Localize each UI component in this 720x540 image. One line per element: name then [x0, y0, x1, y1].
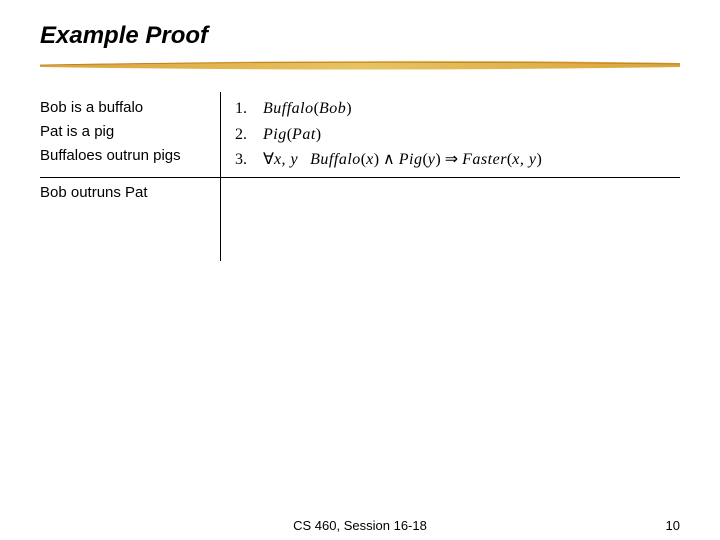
- argument: x: [366, 151, 374, 168]
- argument: Pat: [292, 126, 316, 143]
- proof-table: Bob is a buffalo Pat is a pig Buffaloes …: [40, 92, 680, 261]
- conclusion-formal: [220, 178, 680, 261]
- footer-center: CS 460, Session 16-18: [0, 518, 720, 533]
- rule-icon: [40, 58, 680, 72]
- decorative-rule: [40, 58, 680, 70]
- predicate: Pig: [263, 126, 287, 143]
- predicate: Buffalo: [263, 100, 314, 117]
- variables: x, y: [274, 151, 298, 168]
- conclusion-text: Bob outruns Pat: [40, 178, 220, 261]
- premises-formal: 1. Buffalo(Bob) 2. Pig(Pat) 3. ∀x, y Buf…: [220, 92, 680, 177]
- slide-title: Example Proof: [40, 22, 208, 50]
- premise-text: Pat is a pig: [40, 120, 212, 144]
- line-number: 1.: [235, 96, 255, 122]
- argument: y: [428, 151, 436, 168]
- premises-row: Bob is a buffalo Pat is a pig Buffaloes …: [40, 92, 680, 177]
- predicate: Buffalo: [310, 151, 361, 168]
- argument: x, y: [512, 151, 536, 168]
- quantifier: ∀: [263, 151, 274, 168]
- formal-line: 3. ∀x, y Buffalo(x) ∧ Pig(y) ⇒ Faster(x,…: [235, 147, 680, 173]
- line-number: 3.: [235, 147, 255, 173]
- formal-line: 1. Buffalo(Bob): [235, 96, 680, 122]
- line-number: 2.: [235, 122, 255, 148]
- predicate: Pig: [399, 151, 423, 168]
- premise-text: Bob is a buffalo: [40, 96, 212, 120]
- predicate: Faster: [462, 151, 507, 168]
- premise-text: Buffaloes outrun pigs: [40, 144, 212, 168]
- argument: Bob: [319, 100, 346, 117]
- slide: Example Proof Bob is a buffalo Pat is a …: [0, 0, 720, 540]
- connector: ⇒: [441, 151, 462, 168]
- page-number: 10: [666, 518, 680, 533]
- formal-line: 2. Pig(Pat): [235, 122, 680, 148]
- connector: ∧: [379, 151, 399, 168]
- premises-english: Bob is a buffalo Pat is a pig Buffaloes …: [40, 92, 220, 177]
- conclusion-row: Bob outruns Pat: [40, 177, 680, 261]
